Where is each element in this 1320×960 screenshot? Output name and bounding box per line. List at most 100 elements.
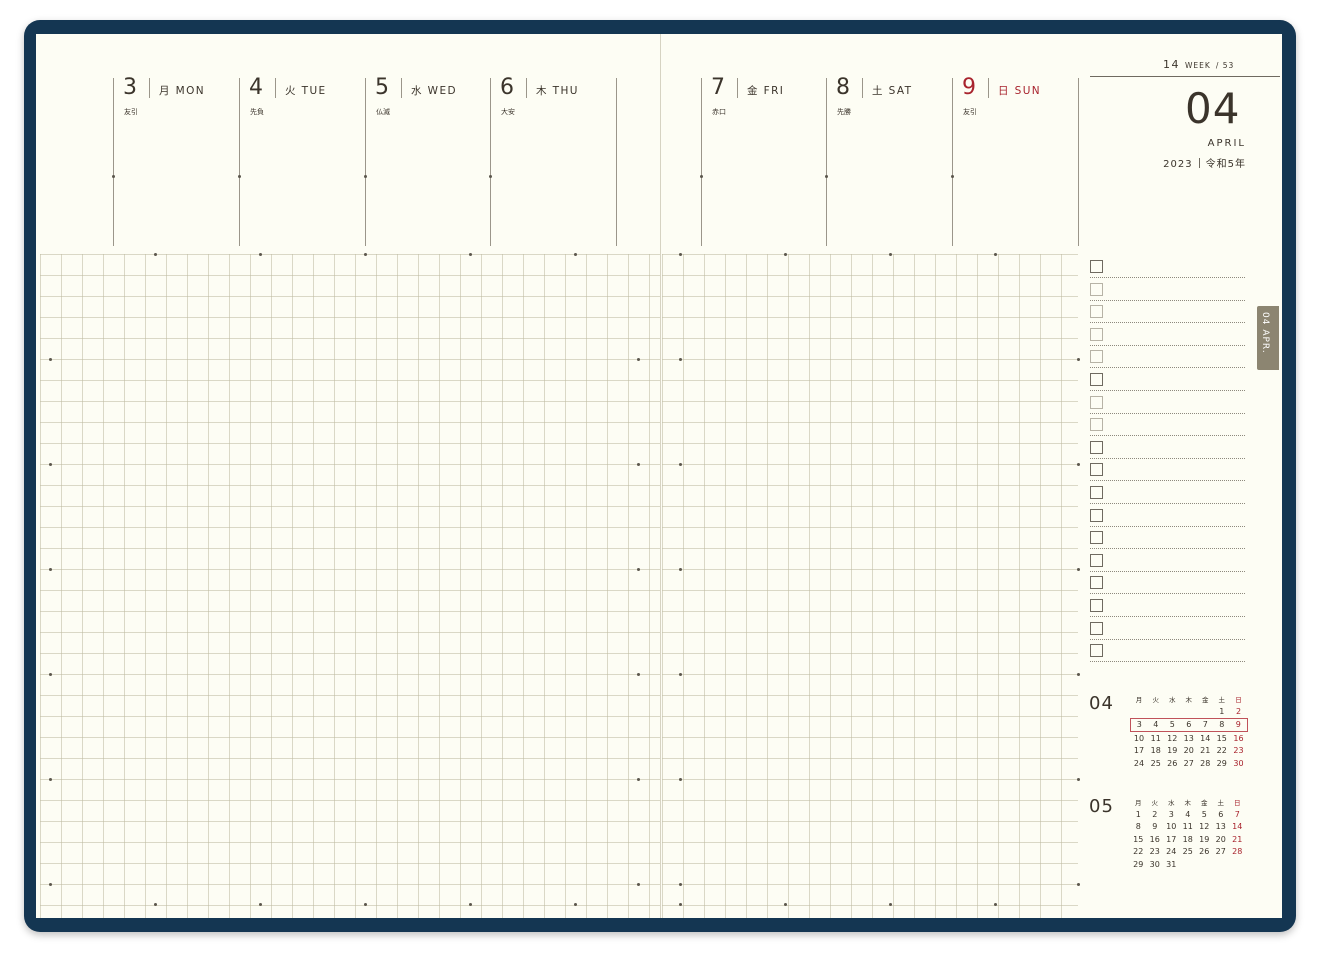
calendar-date[interactable]: 23 — [1147, 846, 1164, 859]
checklist-row[interactable] — [1090, 391, 1245, 414]
checkbox[interactable] — [1090, 621, 1103, 635]
calendar-date[interactable]: 10 — [1163, 821, 1180, 834]
checkbox[interactable] — [1090, 260, 1103, 273]
checkbox[interactable] — [1090, 463, 1103, 477]
checkbox[interactable] — [1090, 282, 1103, 296]
calendar-date[interactable]: 29 — [1130, 858, 1147, 871]
calendar-date[interactable]: 3 — [1130, 717, 1148, 732]
day-header-sun[interactable]: 9 日 SUN — [962, 74, 1072, 104]
checklist-row[interactable] — [1090, 413, 1245, 437]
calendar-date[interactable]: 21 — [1229, 833, 1246, 846]
calendar-date[interactable]: 1 — [1130, 808, 1147, 821]
calendar-date[interactable]: 2 — [1230, 705, 1247, 718]
day-header-thu[interactable]: 6 木 THU — [500, 74, 610, 104]
calendar-date[interactable]: 6 — [1213, 808, 1230, 821]
left-grid-area[interactable] — [40, 254, 660, 918]
calendar-date[interactable]: 28 — [1229, 846, 1246, 859]
checkbox[interactable] — [1090, 327, 1103, 341]
calendar-date[interactable]: 22 — [1130, 846, 1147, 859]
calendar-date[interactable]: 14 — [1229, 821, 1246, 834]
calendar-date[interactable]: 21 — [1197, 745, 1214, 758]
checklist-row[interactable] — [1090, 504, 1245, 527]
checklist-row[interactable] — [1090, 526, 1245, 550]
checklist-row[interactable] — [1090, 300, 1245, 324]
calendar-date[interactable]: 1 — [1214, 705, 1231, 718]
calendar-date[interactable]: 12 — [1196, 821, 1213, 834]
calendar-date[interactable]: 16 — [1230, 732, 1247, 745]
calendar-date[interactable]: 22 — [1214, 745, 1231, 758]
calendar-date[interactable]: 25 — [1148, 757, 1165, 770]
calendar-date[interactable]: 9 — [1147, 821, 1164, 834]
calendar-date[interactable]: 23 — [1230, 745, 1247, 758]
calendar-date[interactable]: 15 — [1214, 732, 1231, 745]
calendar-date[interactable]: 8 — [1213, 717, 1230, 732]
calendar-date[interactable]: 26 — [1196, 846, 1213, 859]
calendar-date[interactable]: 19 — [1196, 833, 1213, 846]
calendar-date[interactable]: 14 — [1197, 732, 1214, 745]
checkbox[interactable] — [1090, 531, 1103, 545]
day-header-sat[interactable]: 8 土 SAT — [836, 74, 946, 104]
calendar-date[interactable]: 28 — [1197, 757, 1214, 770]
calendar-date[interactable]: 13 — [1213, 821, 1230, 834]
checkbox[interactable] — [1090, 644, 1103, 658]
calendar-date[interactable]: 20 — [1181, 745, 1198, 758]
checkbox[interactable] — [1090, 418, 1103, 432]
checkbox[interactable] — [1090, 373, 1103, 386]
calendar-date[interactable]: 2 — [1147, 808, 1164, 821]
month-index-tab[interactable]: 04 APR. — [1257, 306, 1279, 370]
checkbox[interactable] — [1090, 486, 1103, 499]
calendar-date[interactable]: 15 — [1130, 833, 1147, 846]
checklist-row[interactable] — [1090, 617, 1245, 640]
calendar-date[interactable]: 20 — [1213, 833, 1230, 846]
calendar-date[interactable]: 7 — [1229, 808, 1246, 821]
calendar-date[interactable]: 27 — [1213, 846, 1230, 859]
calendar-date[interactable]: 17 — [1163, 833, 1180, 846]
calendar-date[interactable]: 5 — [1196, 808, 1213, 821]
calendar-date[interactable]: 30 — [1230, 757, 1247, 770]
checklist-row[interactable] — [1090, 345, 1245, 369]
checkbox[interactable] — [1090, 508, 1103, 522]
calendar-date[interactable]: 31 — [1163, 858, 1180, 871]
calendar-date[interactable]: 27 — [1181, 757, 1198, 770]
checklist-row[interactable] — [1090, 255, 1245, 278]
calendar-date[interactable]: 26 — [1164, 757, 1181, 770]
checkbox[interactable] — [1090, 305, 1103, 319]
calendar-date[interactable]: 11 — [1180, 821, 1197, 834]
checkbox[interactable] — [1090, 576, 1103, 590]
right-grid-area[interactable] — [662, 254, 1078, 918]
day-header-mon[interactable]: 3 月 MON — [123, 74, 233, 104]
calendar-date[interactable]: 19 — [1164, 745, 1181, 758]
calendar-date[interactable]: 24 — [1131, 757, 1148, 770]
calendar-date[interactable]: 8 — [1130, 821, 1147, 834]
checkbox[interactable] — [1090, 599, 1103, 612]
calendar-date[interactable]: 30 — [1147, 858, 1164, 871]
checklist-row[interactable] — [1090, 436, 1245, 459]
checklist-row[interactable] — [1090, 368, 1245, 391]
checklist-row[interactable] — [1090, 639, 1245, 663]
checkbox[interactable] — [1090, 553, 1103, 567]
calendar-date[interactable]: 6 — [1180, 717, 1197, 732]
day-header-tue[interactable]: 4 火 TUE — [249, 74, 359, 104]
checkbox[interactable] — [1090, 440, 1103, 454]
calendar-date[interactable]: 9 — [1230, 717, 1248, 732]
checklist-row[interactable] — [1090, 594, 1245, 617]
checklist-row[interactable] — [1090, 549, 1245, 572]
checkbox[interactable] — [1090, 350, 1103, 364]
calendar-date[interactable]: 3 — [1163, 808, 1180, 821]
calendar-date[interactable]: 18 — [1148, 745, 1165, 758]
calendar-date[interactable]: 17 — [1131, 745, 1148, 758]
calendar-date[interactable]: 16 — [1147, 833, 1164, 846]
checklist-row[interactable] — [1090, 481, 1245, 504]
calendar-date[interactable]: 13 — [1181, 732, 1198, 745]
day-header-fri[interactable]: 7 金 FRI — [711, 74, 821, 104]
calendar-date[interactable]: 25 — [1180, 846, 1197, 859]
calendar-date[interactable]: 4 — [1147, 717, 1164, 732]
calendar-date[interactable]: 12 — [1164, 732, 1181, 745]
calendar-date[interactable]: 10 — [1131, 732, 1148, 745]
calendar-date[interactable]: 4 — [1180, 808, 1197, 821]
calendar-date[interactable]: 24 — [1163, 846, 1180, 859]
calendar-date[interactable]: 29 — [1214, 757, 1231, 770]
checklist-row[interactable] — [1090, 278, 1245, 301]
calendar-date[interactable]: 5 — [1164, 717, 1181, 732]
checklist-row[interactable] — [1090, 323, 1245, 346]
